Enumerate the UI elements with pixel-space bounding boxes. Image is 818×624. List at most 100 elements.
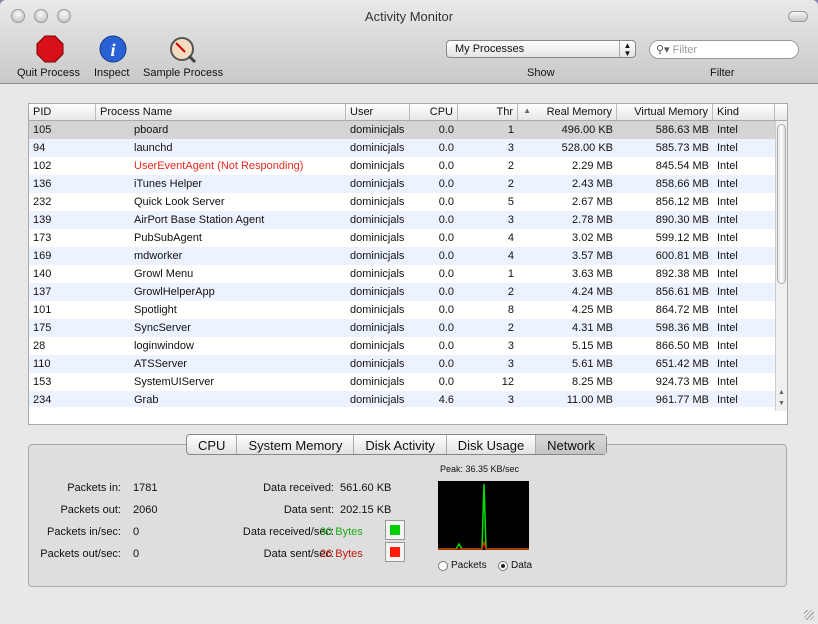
table-row[interactable]: 110 ATSServer dominicjals 0.0 3 5.61 MB 651.42… — [29, 355, 776, 373]
column-pid[interactable]: PID — [29, 104, 96, 120]
process-name-text: Spotlight — [134, 304, 177, 316]
table-row[interactable]: 232 Quick Look Server dominicjals 0.0 5 2.67 … — [29, 193, 776, 211]
cell-cpu: 0.0 — [438, 196, 454, 208]
cell-user: dominicjals — [350, 394, 405, 406]
cell-process-name: Quick Look Server — [96, 193, 346, 211]
process-table: PID Process Name User CPU Thr ▲ Real Memo… — [28, 103, 788, 425]
cell-virtual-memory: 600.81 MB — [655, 250, 709, 262]
tab-disk-activity[interactable]: Disk Activity — [354, 435, 447, 454]
cell-pid: 102 — [33, 160, 52, 172]
sent-line — [438, 539, 529, 550]
network-graph — [438, 481, 529, 550]
table-row[interactable]: 169 mdworker dominicjals 0.0 4 3.57 MB 600.81 … — [29, 247, 776, 265]
cell-real-memory: 4.25 MB — [572, 304, 613, 316]
cell-pid: 110 — [33, 358, 51, 370]
cell-threads: 3 — [507, 394, 514, 406]
table-row[interactable]: 234 Grab dominicjals 4.6 3 11.00 MB 961.77 MB I… — [29, 391, 776, 407]
cell-pid: 101 — [33, 304, 52, 316]
received-color-swatch[interactable] — [385, 520, 405, 540]
scroll-down-icon[interactable]: ▼ — [778, 400, 785, 407]
cell-cpu: 0.0 — [438, 160, 454, 172]
column-threads-label: Thr — [496, 106, 514, 118]
column-process-name[interactable]: Process Name — [96, 104, 346, 120]
column-user[interactable]: User — [346, 104, 410, 120]
table-row[interactable]: 153 SystemUIServer dominicjals 0.0 12 8.25 MB… — [29, 373, 776, 391]
cell-user: dominicjals — [350, 286, 405, 298]
cell-kind: Intel — [717, 358, 738, 370]
sample-magnifier-icon — [170, 37, 197, 64]
sample-process-button[interactable] — [169, 35, 197, 70]
table-row[interactable]: 140 Growl Menu dominicjals 0.0 1 3.63 MB 892.3… — [29, 265, 776, 283]
scroll-up-icon[interactable]: ▲ — [778, 389, 785, 396]
table-row[interactable]: 175 SyncServer dominicjals 0.0 2 4.31 MB 598.3… — [29, 319, 776, 337]
cell-cpu: 0.0 — [438, 124, 454, 136]
cell-kind: Intel — [717, 142, 738, 154]
filter-search-field[interactable]: ⚲▾ Filter — [649, 40, 799, 59]
vertical-scrollbar[interactable]: ▲ ▼ — [775, 121, 787, 411]
table-row[interactable]: 136 iTunes Helper dominicjals 0.0 2 2.43 MB 85… — [29, 175, 776, 193]
info-icon: i — [99, 35, 127, 63]
cell-kind: Intel — [717, 124, 738, 136]
cell-threads: 3 — [507, 340, 514, 352]
column-kind[interactable]: Kind — [713, 104, 775, 120]
cell-cpu: 0.0 — [438, 268, 454, 280]
data-radio[interactable]: Data — [498, 560, 532, 571]
cell-virtual-memory: 924.73 MB — [655, 376, 709, 388]
cell-user: dominicjals — [350, 178, 405, 190]
table-row[interactable]: 102 UserEventAgent (Not Responding) domini… — [29, 157, 776, 175]
tab-disk-usage[interactable]: Disk Usage — [447, 435, 537, 454]
filter-label: Filter — [710, 67, 735, 79]
cell-process-name: loginwindow — [96, 337, 346, 355]
cell-kind: Intel — [717, 232, 738, 244]
cell-kind: Intel — [717, 178, 738, 190]
cell-pid: 153 — [33, 376, 52, 388]
cell-process-name: SystemUIServer — [96, 373, 346, 391]
table-row[interactable]: 101 Spotlight dominicjals 0.0 8 4.25 MB 864.72… — [29, 301, 776, 319]
show-processes-select[interactable]: My Processes ▲ ▼ — [446, 40, 636, 58]
toolbar-toggle-button[interactable] — [788, 11, 808, 22]
table-row[interactable]: 105 pboard dominicjals 0.0 1 496.00 KB 586.63 … — [29, 121, 776, 139]
cell-real-memory: 496.00 KB — [561, 124, 613, 136]
received-line — [438, 483, 529, 550]
scrollbar-thumb[interactable] — [777, 124, 786, 284]
column-virtual-memory[interactable]: Virtual Memory — [617, 104, 713, 120]
quit-process-button[interactable] — [36, 35, 64, 70]
column-real-memory[interactable]: Real Memory — [518, 104, 617, 120]
cell-process-name: Growl Menu — [96, 265, 346, 283]
process-name-text: mdworker — [134, 250, 183, 262]
resize-grip[interactable] — [804, 610, 814, 620]
table-row[interactable]: 139 AirPort Base Station Agent dominicjals… — [29, 211, 776, 229]
packets-out-sec-value: 0 — [133, 548, 140, 560]
cell-threads: 2 — [507, 286, 514, 298]
packets-radio[interactable]: Packets — [438, 560, 487, 571]
process-name-text: iTunes Helper — [134, 178, 203, 190]
cell-virtual-memory: 961.77 MB — [655, 394, 709, 406]
data-sent-value: 202.15 KB — [340, 504, 392, 516]
tab-cpu[interactable]: CPU — [187, 435, 238, 454]
data-sent-sec-value: 26 Bytes — [320, 548, 363, 560]
tab-network[interactable]: Network — [536, 435, 606, 454]
inspect-button[interactable]: i — [99, 35, 127, 70]
process-name-text: ATSServer — [134, 358, 187, 370]
cell-pid: 105 — [33, 124, 52, 136]
cell-process-name: launchd — [96, 139, 346, 157]
table-row[interactable]: 94 launchd dominicjals 0.0 3 528.00 KB 585.73 … — [29, 139, 776, 157]
sample-process-label: Sample Process — [143, 67, 224, 79]
column-cpu[interactable]: CPU — [410, 104, 458, 120]
column-threads[interactable]: Thr ▲ — [458, 104, 531, 120]
data-radio-label: Data — [511, 560, 533, 571]
table-row[interactable]: 173 PubSubAgent dominicjals 0.0 4 3.02 MB 599.… — [29, 229, 776, 247]
cell-virtual-memory: 892.38 MB — [655, 268, 709, 280]
data-received-sec-value: 30 Bytes — [320, 526, 363, 538]
tab-system-memory[interactable]: System Memory — [237, 435, 355, 454]
table-row[interactable]: 137 GrowlHelperApp dominicjals 0.0 2 4.24 MB 8… — [29, 283, 776, 301]
cell-user: dominicjals — [350, 322, 405, 334]
cell-kind: Intel — [717, 268, 738, 280]
table-row[interactable]: 28 loginwindow dominicjals 0.0 3 5.15 MB 866.5… — [29, 337, 776, 355]
cell-process-name: pboard — [96, 121, 346, 139]
cell-threads: 1 — [507, 268, 514, 280]
cell-cpu: 0.0 — [438, 340, 454, 352]
sent-color-swatch[interactable] — [385, 542, 405, 562]
cell-kind: Intel — [717, 340, 738, 352]
cell-virtual-memory: 599.12 MB — [655, 232, 709, 244]
